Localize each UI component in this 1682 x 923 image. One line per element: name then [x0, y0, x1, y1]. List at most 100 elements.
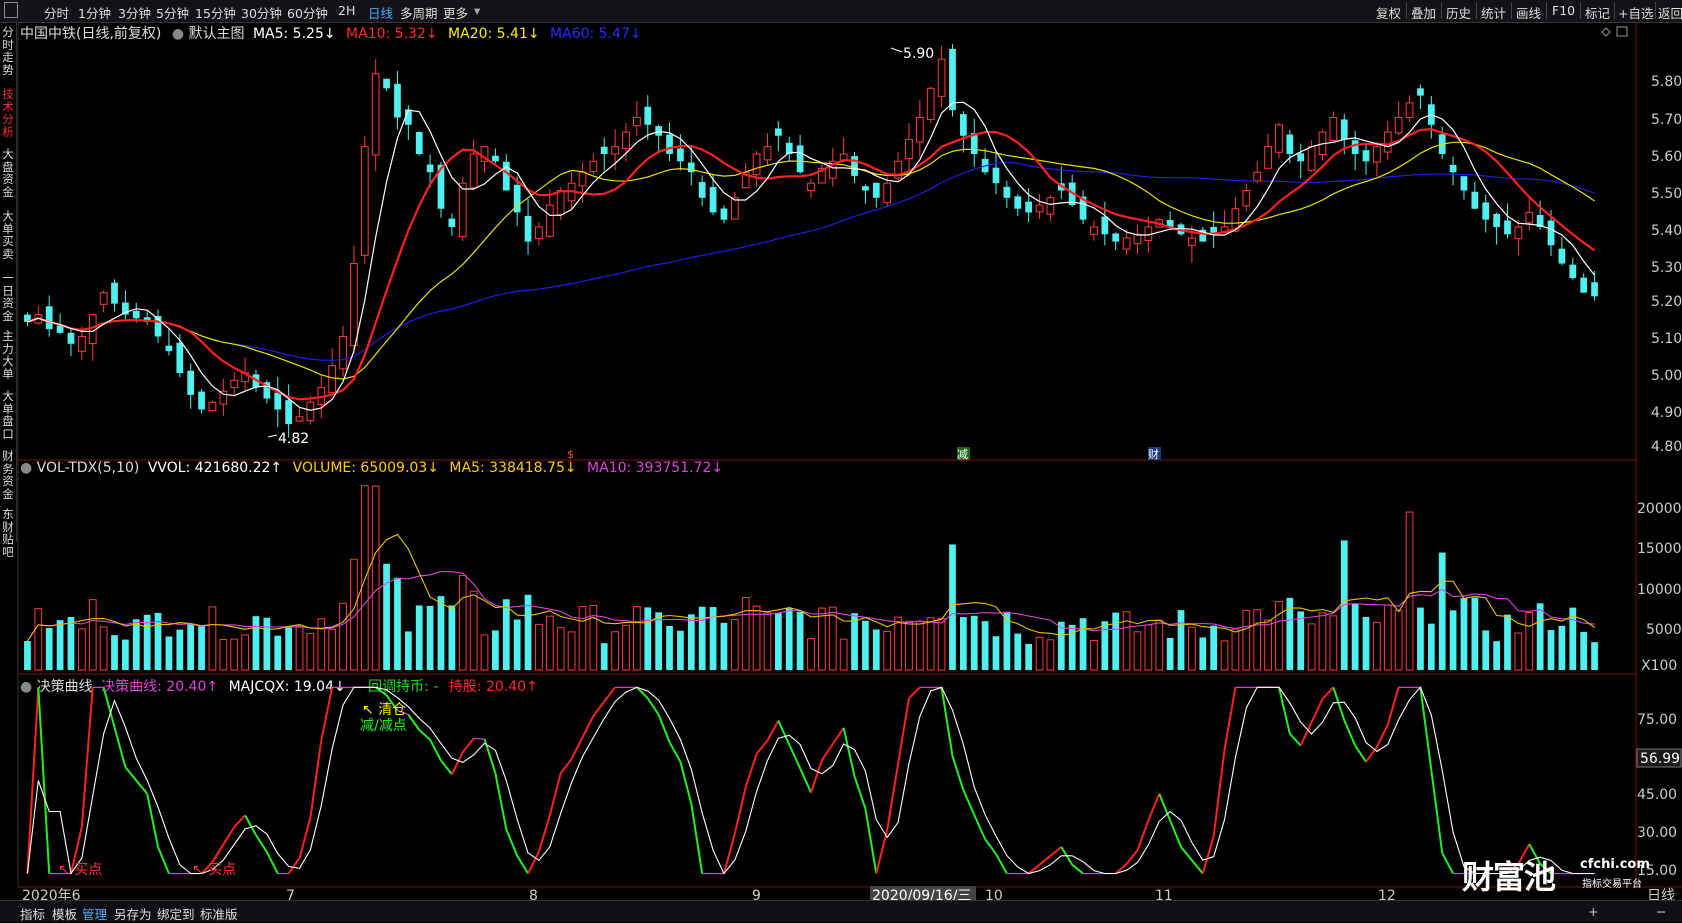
volume-bar	[219, 639, 228, 671]
candle-body	[1351, 140, 1359, 154]
candle-body	[949, 48, 956, 111]
vol-unit: X100	[1641, 658, 1677, 674]
candle-body	[45, 306, 53, 330]
volume-bar	[1014, 633, 1022, 670]
decision-curve-segment	[1169, 819, 1182, 848]
candle-body	[1569, 264, 1577, 279]
volume-bar	[992, 636, 1000, 670]
candle-body	[1460, 176, 1468, 191]
decision-curve-segment	[733, 786, 747, 834]
decision-curve-segment	[494, 773, 508, 830]
volume-bar	[24, 640, 31, 670]
volume-bar	[818, 607, 826, 671]
volume-bar	[556, 627, 565, 671]
volume-bar	[894, 616, 902, 671]
ma10-line	[27, 128, 1596, 401]
candle-body	[622, 131, 630, 150]
candle-body	[600, 146, 608, 154]
candle-body	[1242, 190, 1251, 207]
volume-bar	[644, 607, 652, 670]
dec-y-tick: 45.00	[1637, 787, 1677, 803]
zoom-out-icon[interactable]: −	[1656, 904, 1666, 919]
bottom-tab-template[interactable]: 模板	[52, 904, 77, 923]
bottom-tab-bind[interactable]: 绑定到	[157, 904, 195, 923]
decision-curve-segment	[603, 686, 616, 703]
volume-bar	[1373, 621, 1381, 671]
volume-ma-lines	[26, 533, 1595, 642]
candle-body	[666, 134, 673, 154]
bottom-tab-standard[interactable]: 标准版	[200, 904, 238, 923]
volume-bar	[513, 619, 521, 670]
volume-bar	[426, 605, 434, 670]
decision-curve-segment	[1289, 733, 1302, 747]
volume-bar	[111, 635, 118, 670]
volume-bar	[56, 620, 64, 670]
decision-curve-segment	[646, 697, 660, 716]
decision-curve-segment	[37, 687, 51, 874]
candle-body	[545, 204, 554, 237]
candle-body	[1449, 164, 1457, 173]
decision-curve-segment	[113, 726, 127, 768]
candle-body	[937, 58, 946, 97]
candle-body	[578, 171, 587, 187]
decision-curve-segment	[1386, 687, 1400, 725]
volume-bar	[1220, 640, 1229, 671]
decision-curve-segment	[657, 714, 671, 743]
buy-annotation-2: ↖ 买点	[192, 862, 236, 878]
decision-curve-segment	[864, 808, 878, 874]
candle-body	[1383, 131, 1392, 153]
candle-body	[1133, 233, 1142, 245]
candle-body	[1003, 186, 1011, 198]
volume-bar	[915, 620, 924, 671]
y-tick: 5.40	[1651, 223, 1682, 239]
volume-bar	[1383, 604, 1392, 671]
bottom-tab-manage[interactable]: 管理	[82, 904, 107, 923]
volume-bar	[1057, 621, 1065, 670]
volume-bar	[698, 606, 706, 670]
candle-body	[1558, 248, 1566, 264]
volume-bar	[926, 617, 935, 671]
zoom-in-icon[interactable]: +	[1588, 904, 1598, 919]
volume-bar	[67, 616, 75, 670]
candle-body	[1514, 226, 1523, 240]
candle-body	[426, 164, 434, 173]
ma5-line	[27, 101, 1596, 411]
volume-bar	[545, 615, 554, 671]
candle-body	[99, 292, 108, 305]
volume-bar	[1417, 607, 1424, 670]
decision-curve-segment	[973, 814, 987, 840]
bottom-tab-indicator[interactable]: 指标	[20, 904, 45, 923]
volume-bar	[88, 599, 97, 671]
bottom-tab-save-as[interactable]: 另存为	[114, 904, 152, 923]
volume-bar	[720, 622, 728, 670]
candle-body	[1405, 102, 1414, 119]
y-tick: 5.60	[1651, 149, 1682, 165]
candle-body	[720, 208, 728, 220]
decision-curve-segment	[1354, 744, 1367, 763]
volume-bar	[1307, 623, 1316, 671]
decision-curve-segment	[265, 851, 279, 875]
volume-bar	[1101, 621, 1109, 670]
decision-curve-segment	[755, 739, 769, 755]
stock-chart[interactable]: 5.80 5.70 5.60 5.50 5.40 5.30 5.20 5.10 …	[0, 0, 1682, 921]
candle-body	[415, 132, 423, 154]
volume-bar	[187, 623, 195, 670]
candle-body	[644, 106, 652, 125]
decision-curve-segment	[559, 758, 573, 774]
decision-curve-segment	[255, 834, 268, 853]
decision-curve-segment	[222, 826, 236, 845]
volume-bar	[480, 634, 489, 671]
corner-icons[interactable]	[1601, 26, 1628, 37]
volume-bar	[687, 614, 695, 670]
decision-curve-segment	[821, 743, 834, 761]
candle-body	[992, 167, 1000, 184]
candle-body	[1493, 213, 1500, 227]
candle-body	[394, 83, 401, 118]
candle-body	[1122, 237, 1131, 250]
decision-curve-segment	[429, 739, 442, 762]
candle-body	[1253, 171, 1262, 182]
decision-curve-segment	[1332, 687, 1346, 721]
candle-body	[905, 138, 913, 159]
dec-y-tick: 75.00	[1637, 712, 1677, 728]
watermark-domain: cfchi.com	[1580, 857, 1650, 872]
